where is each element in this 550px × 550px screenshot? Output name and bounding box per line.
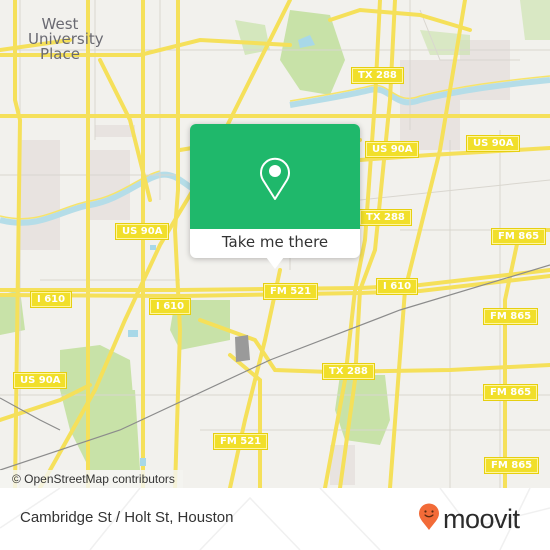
highway-shield: US 90A [114,223,170,240]
popup-header [190,124,360,229]
map-pin-icon [257,154,293,206]
place-label-west-university-place: West University Place [28,17,104,63]
stop-name: Cambridge St / Holt St, Houston [20,509,234,526]
highway-shield: US 90A [12,372,68,389]
highway-shield: FM 865 [483,457,540,474]
highway-shield: FM 521 [212,433,269,450]
place-label-line: Place [40,45,80,63]
map-view[interactable]: West University Place TX 288 US 90A US 9… [0,0,550,488]
highway-shield: FM 865 [482,308,539,325]
take-me-there-button[interactable]: Take me there [190,229,360,258]
highway-shield: TX 288 [359,209,412,226]
highway-shield: US 90A [465,135,521,152]
moovit-smile-pin-icon [418,503,440,535]
location-popup: Take me there [190,124,360,269]
highway-shield: FM 865 [482,384,539,401]
footer-bar: Cambridge St / Holt St, Houston moovit [0,488,550,550]
highway-shield: I 610 [375,278,419,295]
highway-shield: I 610 [29,291,73,308]
highway-shield: I 610 [148,298,192,315]
highway-shield: TX 288 [322,363,375,380]
highway-shield: TX 288 [351,67,404,84]
moovit-wordmark: moovit [443,504,520,534]
popup-pointer [266,257,284,269]
rail-yard [235,335,250,362]
highway-shield: US 90A [364,141,420,158]
moovit-logo[interactable]: moovit [418,503,520,535]
highway-shield: FM 865 [490,228,547,245]
map-attribution[interactable]: © OpenStreetMap contributors [0,470,183,488]
highway-shield: FM 521 [262,283,319,300]
